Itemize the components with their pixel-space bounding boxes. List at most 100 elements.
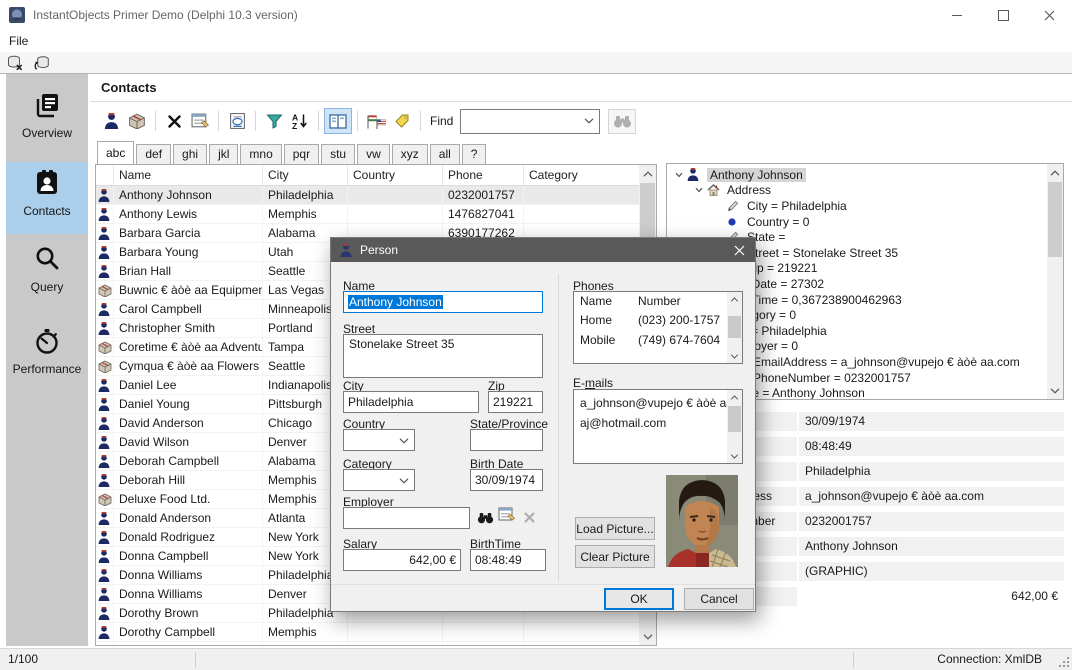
tab-?[interactable]: ? — [462, 144, 487, 164]
delete-button[interactable] — [161, 109, 187, 133]
columns-toggle-button[interactable] — [324, 108, 352, 134]
email-item[interactable]: aj@hotmail.com — [574, 413, 742, 433]
scroll-down-icon[interactable] — [727, 449, 742, 463]
cell-name: Daniel Lee — [114, 376, 263, 394]
emails-scrollbar[interactable] — [727, 390, 742, 463]
category-combobox[interactable] — [343, 469, 415, 491]
tab-pqr[interactable]: pqr — [284, 144, 319, 164]
sort-button[interactable]: AZ — [287, 109, 313, 133]
scroll-down-icon[interactable] — [1047, 382, 1063, 399]
employer-search-button[interactable] — [476, 508, 494, 526]
scroll-thumb[interactable] — [728, 406, 741, 432]
tree-scrollbar[interactable] — [1047, 164, 1063, 399]
minimize-button[interactable] — [934, 0, 980, 30]
maximize-icon — [998, 10, 1009, 21]
emails-list[interactable]: a_johnson@vupejo € àòè aa.comaj@hotmail.… — [573, 389, 743, 464]
phone-name: Home — [580, 310, 638, 330]
table-row[interactable]: Anthony JohnsonPhiladelphia0232001757 — [96, 186, 656, 205]
tab-vw[interactable]: vw — [357, 144, 390, 164]
tree-item[interactable]: City = Philadelphia — [667, 198, 1063, 214]
scroll-up-icon[interactable] — [639, 165, 656, 182]
phone-row[interactable]: Mobile(749) 674-7604 — [574, 330, 742, 350]
ok-button[interactable]: OK — [604, 588, 674, 610]
scroll-up-icon[interactable] — [727, 292, 742, 306]
scroll-down-icon[interactable] — [727, 349, 742, 363]
employer-edit-button[interactable] — [498, 506, 516, 524]
languages-button[interactable] — [363, 109, 389, 133]
delete-icon — [167, 114, 182, 129]
column-header-category[interactable]: Category — [524, 165, 656, 185]
chevron-down-icon[interactable] — [691, 185, 707, 195]
zip-input[interactable]: 219221 — [488, 391, 543, 413]
table-row[interactable]: Dorothy CampbellMemphis — [96, 623, 656, 642]
scroll-up-icon[interactable] — [727, 390, 742, 404]
tab-mno[interactable]: mno — [240, 144, 281, 164]
menu-file[interactable]: File — [2, 30, 35, 52]
open-database-button[interactable] — [30, 53, 54, 72]
tree-item[interactable]: Country = 0 — [667, 214, 1063, 230]
new-person-button[interactable] — [98, 109, 124, 133]
export-button[interactable] — [224, 109, 250, 133]
scroll-up-icon[interactable] — [1047, 164, 1063, 181]
toolbar-separator — [318, 111, 319, 131]
dialog-titlebar[interactable]: Person — [331, 238, 755, 262]
table-row[interactable]: Anthony LewisMemphis1476827041 — [96, 205, 656, 224]
email-item[interactable]: a_johnson@vupejo € àòè aa.com — [574, 393, 742, 413]
filter-button[interactable] — [261, 109, 287, 133]
phones-list[interactable]: NameNumberHome(023) 200-1757Mobile(749) … — [573, 291, 743, 364]
street-input[interactable]: Stonelake Street 35 — [343, 334, 543, 378]
category-tag-button[interactable] — [389, 109, 415, 133]
employer-input[interactable] — [343, 507, 470, 529]
phones-scrollbar[interactable] — [727, 292, 742, 363]
tab-xyz[interactable]: xyz — [392, 144, 428, 164]
new-company-button[interactable] — [124, 109, 150, 133]
column-header-phone[interactable]: Phone — [443, 165, 524, 185]
tab-stu[interactable]: stu — [321, 144, 355, 164]
find-combobox[interactable] — [460, 109, 600, 134]
employer-clear-button[interactable] — [520, 508, 538, 526]
grid-header: NameCityCountryPhoneCategory — [96, 165, 656, 186]
table-row[interactable]: Dorothy MooreDetroit9393604741 — [96, 642, 656, 646]
sort-az-icon: AZ — [291, 112, 309, 130]
phone-row[interactable]: Home(023) 200-1757 — [574, 310, 742, 330]
statusbar-divider — [853, 652, 854, 668]
close-button[interactable] — [1026, 0, 1072, 30]
tab-jkl[interactable]: jkl — [209, 144, 238, 164]
tree-item[interactable]: Address — [667, 183, 1063, 199]
salary-input[interactable]: 642,00 € — [343, 549, 461, 571]
birth-date-input[interactable]: 30/09/1974 — [470, 469, 543, 491]
sidebar-item-query[interactable]: Query — [6, 238, 88, 298]
scroll-thumb[interactable] — [728, 316, 741, 338]
edit-properties-button[interactable] — [187, 109, 213, 133]
find-search-button[interactable] — [608, 109, 636, 134]
column-header-name[interactable]: Name — [114, 165, 263, 185]
column-header-city[interactable]: City — [263, 165, 348, 185]
chevron-down-icon[interactable] — [671, 170, 687, 180]
dialog-close-button[interactable] — [723, 238, 755, 262]
country-combobox[interactable] — [343, 429, 415, 451]
tab-def[interactable]: def — [136, 144, 171, 164]
tree-item[interactable]: Anthony Johnson — [667, 167, 1063, 183]
scroll-down-icon[interactable] — [639, 628, 656, 645]
close-database-button[interactable] — [3, 53, 27, 72]
clear-picture-button[interactable]: Clear Picture — [575, 545, 655, 568]
tab-all[interactable]: all — [430, 144, 460, 164]
column-header-icon[interactable] — [96, 165, 114, 185]
scroll-thumb[interactable] — [1048, 182, 1062, 257]
birth-time-input[interactable]: 08:48:49 — [470, 549, 546, 571]
tab-abc[interactable]: abc — [97, 141, 134, 164]
resize-grip-icon[interactable] — [1058, 656, 1070, 668]
cancel-button[interactable]: Cancel — [684, 588, 754, 610]
state-input[interactable] — [470, 429, 543, 451]
load-picture-button[interactable]: Load Picture... — [575, 517, 655, 540]
sidebar-item-performance[interactable]: Performance — [6, 320, 88, 382]
name-input[interactable]: Anthony Johnson — [343, 291, 543, 313]
sidebar-item-overview[interactable]: Overview — [6, 84, 88, 150]
sidebar-item-contacts[interactable]: Contacts — [6, 162, 88, 234]
performance-icon — [32, 326, 62, 356]
city-input[interactable]: Philadelphia — [343, 391, 479, 413]
tab-ghi[interactable]: ghi — [173, 144, 207, 164]
cell-name: Deborah Campbell — [114, 452, 263, 470]
column-header-country[interactable]: Country — [348, 165, 443, 185]
maximize-button[interactable] — [980, 0, 1026, 30]
